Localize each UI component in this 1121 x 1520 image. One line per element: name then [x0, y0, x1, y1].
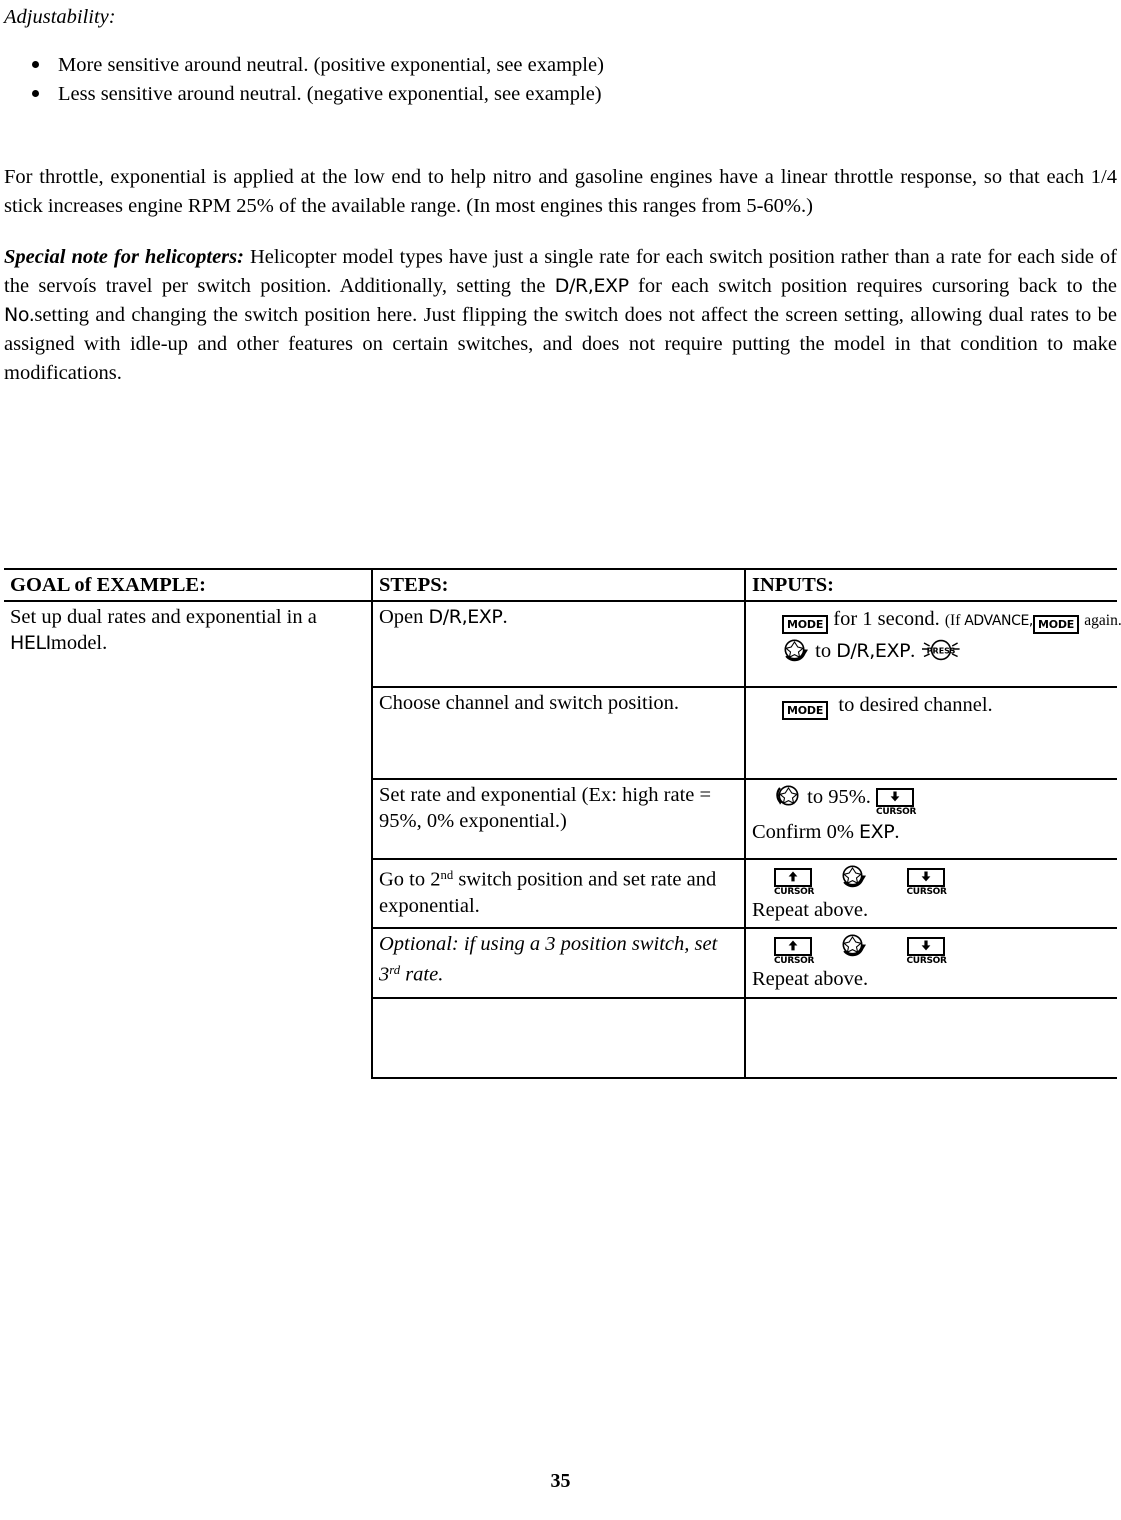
- mode-key-icon[interactable]: MODE: [782, 701, 829, 720]
- step-cell: Set rate and exponential (Ex: high rate …: [371, 779, 745, 860]
- cursor-down-key-icon[interactable]: CURSOR: [906, 937, 947, 966]
- lcd-label-drexp: D/R,EXP: [836, 640, 911, 662]
- bullet-text: More sensitive around neutral. (positive…: [58, 54, 604, 76]
- advance-label: ADVANCE,: [964, 613, 1033, 629]
- input-line-2: Repeat above.: [752, 968, 869, 990]
- cursor-up-key-icon[interactable]: CURSOR: [774, 868, 815, 897]
- bullet-text: Less sensitive around neutral. (negative…: [58, 83, 602, 105]
- step-text-pre: Go to 2: [379, 868, 441, 891]
- cursor-up-box: [774, 937, 812, 956]
- throttle-paragraph: For throttle, exponential is applied at …: [4, 166, 1117, 217]
- svg-text:PRESS: PRESS: [927, 647, 956, 656]
- input-icon-row: CURSOR CURSOR: [752, 862, 1111, 897]
- example-procedure-table: GOAL of EXAMPLE: STEPS: INPUTS: Set up d…: [4, 568, 1121, 1079]
- input-text-period: .: [894, 821, 900, 843]
- input-paren-close: again.): [1084, 612, 1121, 629]
- input-line-2: to D/R,EXP. PRESS: [752, 636, 1111, 666]
- inputs-cell: CURSOR CURSOR Repeat above.: [744, 859, 1117, 929]
- list-item: More sensitive around neutral. (positive…: [4, 52, 1117, 78]
- input-text: to 95%.: [807, 786, 871, 808]
- input-line-2: Repeat above.: [752, 899, 869, 921]
- cursor-down-box: [906, 937, 945, 956]
- lcd-label-drexp: D/R,EXP: [554, 275, 629, 297]
- input-paren-open: (If: [944, 612, 965, 629]
- inputs-cell: MODE to desired channel.: [744, 687, 1117, 780]
- input-line-1: MODE for 1 second. (If ADVANCE, MODE agai…: [752, 604, 1121, 636]
- table-header-row: GOAL of EXAMPLE: STEPS: INPUTS:: [4, 568, 1117, 602]
- lcd-label-heli: HELI: [10, 632, 51, 654]
- helicopter-note-paragraph: Special note for helicopters: Helicopter…: [4, 243, 1117, 388]
- lcd-label-exp: EXP: [859, 821, 895, 843]
- input-icon-row: CURSOR CURSOR: [752, 931, 1111, 966]
- lcd-label-drexp: D/R,EXP: [428, 606, 503, 628]
- cursor-label: CURSOR: [906, 956, 947, 966]
- ordinal-suffix: rd: [389, 963, 401, 977]
- ordinal-suffix: nd: [440, 868, 454, 882]
- input-line-2: Confirm 0% EXP.: [752, 817, 1111, 847]
- input-line-1: to 95%. CURSOR: [752, 782, 1111, 817]
- step-cell: [371, 998, 745, 1079]
- cursor-label: CURSOR: [774, 956, 815, 966]
- inputs-cell: MODE for 1 second. (If ADVANCE, MODE agai…: [744, 601, 1121, 688]
- cursor-down-key-icon[interactable]: CURSOR: [876, 788, 917, 817]
- cursor-up-box: [774, 868, 812, 887]
- page-number: 35: [550, 1470, 571, 1492]
- cursor-label: CURSOR: [906, 887, 947, 897]
- step-text-post: rate.: [400, 963, 444, 986]
- step-text-2: .: [502, 606, 508, 628]
- rotary-dial-icon[interactable]: [774, 783, 802, 809]
- table-row: Set up dual rates and exponential in a H…: [4, 601, 1121, 688]
- step-cell: Open D/R,EXP.: [371, 601, 745, 688]
- inputs-cell: to 95%. CURSOR Confirm 0% EXP.: [744, 779, 1117, 860]
- cursor-down-box: [906, 868, 945, 887]
- column-header-goal: GOAL of EXAMPLE:: [4, 568, 372, 602]
- input-text: to desired channel.: [838, 694, 993, 716]
- column-header-steps: STEPS:: [371, 568, 745, 602]
- cursor-up-key-icon[interactable]: CURSOR: [774, 937, 815, 966]
- document-page: Adjustability: More sensitive around neu…: [0, 0, 1121, 1520]
- input-text: for 1 second.: [833, 608, 940, 630]
- cursor-label: CURSOR: [876, 807, 917, 817]
- rotary-dial-icon[interactable]: [782, 637, 810, 663]
- step-cell: Go to 2nd switch position and set rate a…: [371, 859, 745, 929]
- column-header-inputs: INPUTS:: [744, 568, 1117, 602]
- input-text: Confirm 0%: [752, 821, 860, 843]
- inputs-cell: [744, 998, 1117, 1079]
- step-text-1: Open: [379, 606, 429, 628]
- intro-section: Adjustability: More sensitive around neu…: [4, 0, 1117, 388]
- step-cell: Optional: if using a 3 position switch, …: [371, 928, 745, 999]
- goal-text-1: Set up dual rates and exponential in a: [10, 606, 317, 628]
- step-cell: Choose channel and switch position.: [371, 687, 745, 780]
- mode-key-icon[interactable]: MODE: [782, 615, 829, 634]
- cursor-label: CURSOR: [774, 887, 815, 897]
- list-item: Less sensitive around neutral. (negative…: [4, 81, 1117, 107]
- goal-text-2: model.: [50, 632, 108, 654]
- input-text: to: [815, 640, 837, 662]
- example-procedure-table-wrapper: GOAL of EXAMPLE: STEPS: INPUTS: Set up d…: [4, 568, 1121, 1079]
- helicopter-note-text-3: setting and changing the switch position…: [4, 304, 1117, 384]
- press-icon[interactable]: PRESS: [920, 637, 961, 663]
- rotary-dial-icon[interactable]: [840, 932, 868, 958]
- adjustability-heading: Adjustability:: [4, 6, 116, 28]
- cursor-down-key-icon[interactable]: CURSOR: [906, 868, 947, 897]
- bullet-dot-icon: [32, 90, 39, 97]
- helicopter-note-label: Special note for helicopters:: [4, 246, 244, 268]
- goal-cell: Set up dual rates and exponential in a H…: [4, 601, 372, 1078]
- rotary-dial-icon[interactable]: [840, 863, 868, 889]
- bullet-dot-icon: [32, 61, 39, 68]
- input-text-period: .: [910, 640, 916, 662]
- helicopter-note-text-2: for each switch position requires cursor…: [628, 275, 1117, 297]
- input-line-1: MODE to desired channel.: [752, 690, 1111, 720]
- inputs-cell: CURSOR CURSOR Repeat above.: [744, 928, 1117, 999]
- mode-key-icon[interactable]: MODE: [1032, 615, 1080, 634]
- cursor-down-box: [876, 788, 915, 807]
- adjustability-bullet-list: More sensitive around neutral. (positive…: [4, 52, 1117, 107]
- lcd-label-no: No.: [4, 304, 35, 326]
